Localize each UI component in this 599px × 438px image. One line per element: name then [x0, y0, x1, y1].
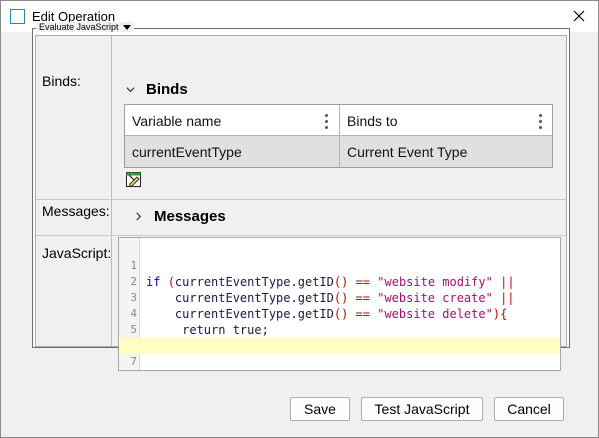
binds-to-cell[interactable]: Current Event Type: [340, 136, 552, 167]
cancel-button[interactable]: Cancel: [494, 397, 564, 421]
code-line: 6: [119, 322, 560, 352]
row-divider: [36, 235, 566, 236]
code-line: 2 currentEventType.getID() == "website c…: [119, 258, 560, 305]
column-header-binds-to[interactable]: Binds to: [340, 105, 552, 136]
variable-name-cell[interactable]: currentEventType: [125, 136, 339, 167]
group-legend-dropdown[interactable]: Evaluate JavaScript: [36, 22, 134, 32]
binds-label: Binds:: [42, 73, 81, 89]
code-line: 5 }: [119, 306, 560, 353]
code-line: 1 if (currentEventType.getID() == "websi…: [119, 242, 560, 289]
dropdown-caret-icon: [122, 24, 131, 30]
save-button[interactable]: Save: [290, 397, 350, 421]
column-separator: [339, 105, 340, 167]
line-number: 7: [130, 355, 137, 368]
column-menu-icon[interactable]: [325, 114, 329, 129]
close-icon: [573, 10, 585, 22]
code-line-highlighted: 7 return false;: [119, 338, 560, 368]
javascript-editor[interactable]: 1 if (currentEventType.getID() == "websi…: [118, 237, 561, 371]
messages-label: Messages:: [42, 203, 110, 219]
column-header-variable-name[interactable]: Variable name: [125, 105, 339, 136]
edit-table-icon[interactable]: [125, 171, 142, 188]
row-divider: [36, 199, 566, 200]
chevron-down-icon: [126, 87, 135, 93]
javascript-label: JavaScript:: [42, 245, 112, 261]
binds-table: Variable name Binds to currentEventType …: [124, 104, 553, 168]
app-window-icon: [10, 9, 25, 24]
test-javascript-button[interactable]: Test JavaScript: [361, 397, 483, 421]
close-button[interactable]: [566, 4, 592, 28]
messages-heading: Messages: [154, 208, 226, 225]
binds-section-toggle[interactable]: Binds: [126, 81, 188, 98]
edit-operation-dialog: Edit Operation Evaluate JavaScript Binds…: [0, 0, 599, 438]
code-line: 4 return true;: [119, 290, 560, 337]
code-text: return false;: [146, 370, 240, 371]
chevron-right-icon: [136, 212, 142, 221]
messages-section-toggle[interactable]: Messages: [134, 208, 226, 225]
group-legend-label: Evaluate JavaScript: [39, 22, 119, 32]
code-line: 3 currentEventType.getID() == "website d…: [119, 274, 560, 321]
binds-heading: Binds: [146, 81, 188, 98]
column-menu-icon[interactable]: [539, 114, 543, 129]
